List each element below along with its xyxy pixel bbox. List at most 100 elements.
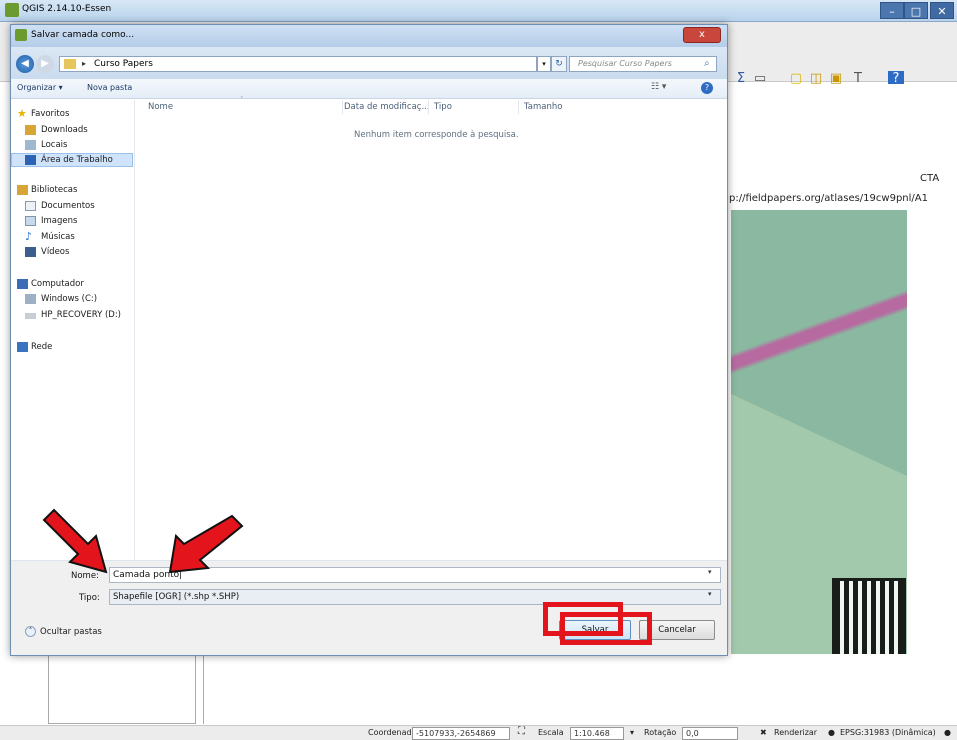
maximize-button[interactable]: □ (904, 2, 928, 19)
scale-field[interactable]: 1:10.468 (570, 727, 624, 740)
nav-item-label: Músicas (41, 232, 75, 242)
address-bar[interactable]: ▸ Curso Papers (59, 56, 537, 72)
qgis-app-icon (5, 3, 19, 17)
chevron-down-icon[interactable]: ▾ (708, 568, 712, 576)
render-label[interactable]: Renderizar (774, 728, 817, 737)
sort-arrow-icon: ˆ (240, 96, 244, 104)
view-options-icon[interactable]: ☷ ▾ (651, 82, 666, 92)
qgis-title-bar (0, 0, 957, 22)
nav-item-network[interactable]: Rede (11, 341, 131, 355)
libraries-icon (17, 185, 28, 195)
rotation-label: Rotação (644, 728, 677, 737)
nav-item-locais[interactable]: Locais (11, 139, 131, 153)
forward-arrow-icon[interactable]: ▶ (36, 55, 54, 73)
nav-item-label: Bibliotecas (31, 185, 78, 195)
hide-folders-label: Ocultar pastas (40, 627, 102, 637)
globe-icon[interactable]: ● (828, 728, 835, 737)
nav-item-images[interactable]: Imagens (11, 215, 131, 229)
drive-icon (25, 294, 36, 304)
nav-item-label: Locais (41, 140, 68, 150)
nav-item-label: Área de Trabalho (41, 155, 113, 165)
downloads-folder-icon (25, 125, 36, 135)
drive-icon (25, 313, 36, 319)
bottom-panel (203, 654, 957, 724)
address-dropdown-icon[interactable]: ▾ (537, 56, 551, 72)
documents-icon (25, 201, 36, 211)
column-separator[interactable] (342, 100, 343, 114)
command-bar: Organizar ▾ Nova pasta ☷ ▾ ? (11, 79, 727, 99)
new-folder-button[interactable]: Nova pasta (87, 83, 132, 92)
column-header-name[interactable]: Nome (148, 102, 173, 112)
column-header-type[interactable]: Tipo (434, 102, 452, 112)
search-placeholder: Pesquisar Curso Papers (578, 59, 672, 68)
network-icon (17, 342, 28, 352)
map-cta-label: CTA (920, 173, 940, 184)
dialog-title: Salvar camada como... (31, 30, 135, 40)
nav-item-computer[interactable]: Computador (11, 278, 131, 292)
nav-item-downloads[interactable]: Downloads (11, 124, 131, 138)
music-icon: ♪ (25, 230, 33, 243)
column-separator[interactable] (428, 100, 429, 114)
column-separator[interactable] (518, 100, 519, 114)
nav-item-hp-recovery[interactable]: HP_RECOVERY (D:) (11, 309, 131, 323)
videos-icon (25, 247, 36, 257)
nav-item-libraries[interactable]: Bibliotecas (11, 184, 131, 198)
dialog-navigation-bar: ◀ ▶ ▸ Curso Papers ▾ ↻ Pesquisar Curso P… (11, 47, 727, 79)
rotation-field[interactable]: 0,0 (682, 727, 738, 740)
chevron-down-icon[interactable]: ▾ (708, 590, 712, 598)
nav-item-label: Vídeos (41, 247, 70, 257)
collapse-icon: ˄ (25, 626, 36, 637)
minimize-button[interactable]: – (880, 2, 904, 19)
qgis-app-icon (15, 29, 27, 41)
crs-label[interactable]: EPSG:31983 (Dinâmica) (840, 728, 936, 737)
dialog-close-button[interactable]: x (683, 27, 721, 43)
nav-item-favorites[interactable]: ★ Favoritos (11, 107, 131, 122)
annotation-arrow-icon (42, 508, 108, 574)
search-icon[interactable]: ⌕ (704, 58, 710, 69)
nav-item-label: Computador (31, 279, 84, 289)
file-type-select[interactable]: Shapefile [OGR] (*.shp *.SHP) ▾ (109, 589, 721, 605)
qgis-window-title: QGIS 2.14.10-Essen (22, 4, 112, 14)
search-input[interactable]: Pesquisar Curso Papers ⌕ (569, 56, 717, 72)
hide-folders-button[interactable]: ˄ Ocultar pastas (25, 626, 102, 637)
annotation-highlight-box (560, 612, 652, 645)
star-icon: ★ (17, 107, 27, 120)
type-label: Tipo: (79, 593, 100, 603)
file-type-value: Shapefile [OGR] (*.shp *.SHP) (113, 592, 240, 602)
nav-item-desktop[interactable]: Área de Trabalho (11, 153, 133, 167)
nav-item-label: Rede (31, 342, 53, 352)
organize-button[interactable]: Organizar ▾ (17, 83, 63, 92)
extents-toggle-icon[interactable]: ⛶ (518, 726, 525, 737)
coordinate-field[interactable]: -5107933,-2654869 (412, 727, 510, 740)
refresh-icon[interactable]: ↻ (551, 56, 567, 72)
nav-item-label: Downloads (41, 125, 88, 135)
folder-icon (64, 59, 76, 69)
render-checkbox-icon[interactable]: ✖ (760, 728, 767, 737)
file-list-pane[interactable]: Nome ˆ Data de modificaç... Tipo Tamanho… (136, 96, 727, 560)
close-window-button[interactable]: ✕ (930, 2, 954, 19)
column-header-date[interactable]: Data de modificaç... (344, 102, 430, 112)
breadcrumb-current[interactable]: Curso Papers (94, 59, 153, 69)
breadcrumb-arrow-icon[interactable]: ▸ (82, 59, 86, 68)
layers-panel (48, 654, 196, 724)
back-arrow-icon[interactable]: ◀ (16, 55, 34, 73)
chevron-down-icon[interactable]: ▾ (630, 728, 634, 737)
nav-item-label: Favoritos (31, 109, 70, 119)
nav-item-videos[interactable]: Vídeos (11, 246, 131, 260)
qr-code-image (832, 578, 906, 658)
nav-item-label: Imagens (41, 216, 78, 226)
empty-results-message: Nenhum item corresponde à pesquisa. (354, 130, 519, 140)
save-layer-dialog: Salvar camada como... x ◀ ▶ ▸ Curso Pape… (10, 24, 728, 656)
nav-item-windows-c[interactable]: Windows (C:) (11, 293, 131, 307)
messages-icon[interactable]: ● (944, 728, 951, 737)
help-icon[interactable]: ? (701, 82, 713, 94)
nav-item-music[interactable]: ♪ Músicas (11, 230, 131, 245)
desktop-icon (25, 155, 36, 165)
column-header-size[interactable]: Tamanho (524, 102, 562, 112)
images-icon (25, 216, 36, 226)
nav-item-label: Windows (C:) (41, 294, 98, 304)
nav-item-label: Documentos (41, 201, 95, 211)
nav-item-documents[interactable]: Documentos (11, 200, 131, 214)
nav-item-label: HP_RECOVERY (D:) (41, 310, 122, 320)
annotation-arrow-icon (168, 514, 244, 574)
